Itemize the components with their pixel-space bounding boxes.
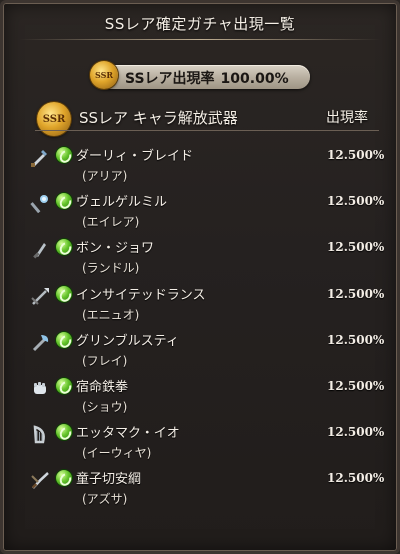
character-name: (イーウィヤ): [82, 446, 152, 461]
weapon-name: 童子切安綱: [76, 472, 142, 488]
weapon-name: ヴェルゲルミル: [76, 195, 168, 211]
sword-icon: [30, 147, 50, 167]
title-divider: [19, 39, 381, 40]
axe-icon: [30, 332, 50, 352]
character-name: (アズサ): [82, 492, 128, 507]
wind-element-icon: [56, 147, 72, 163]
total-rate-bar: SSレア出現率 100.00%: [99, 65, 310, 89]
katana-icon: [30, 470, 50, 490]
drop-rate: 12.500%: [327, 425, 385, 440]
weapon-row: ダーリィ・ブレイド (アリア) 12.500%: [3, 141, 400, 187]
weapon-name: エッタマク・イオ: [76, 426, 180, 442]
fist-icon: [30, 378, 50, 398]
spear-icon: [30, 286, 50, 306]
panel-title: SSレア確定ガチャ出現一覧: [104, 15, 296, 33]
section-divider: [35, 130, 379, 131]
gacha-rate-panel: SSレア確定ガチャ出現一覧 SSレア出現率 100.00% SSR SSR SSレ…: [0, 0, 400, 554]
drop-rate: 12.500%: [327, 148, 385, 162]
rate-column-header: 出現率: [326, 110, 368, 126]
drop-rate: 12.500%: [327, 471, 385, 486]
dagger-icon: [30, 239, 50, 259]
weapon-name: 宿命鉄拳: [76, 380, 129, 395]
ssr-medal-icon: SSR: [90, 61, 118, 89]
drop-rate: 12.500%: [327, 194, 385, 209]
drop-rate: 12.500%: [327, 240, 385, 255]
wind-element-icon: [56, 285, 72, 302]
weapon-row: グリンブルスティ (フレイ) 12.500%: [3, 326, 400, 372]
character-name: (ショウ): [82, 400, 128, 414]
weapon-name: グリンブルスティ: [76, 333, 179, 349]
section-title: SSレア キャラ解放武器: [79, 109, 238, 127]
weapon-row: ボン・ジョワ (ランドル) 12.500%: [3, 233, 400, 279]
total-rate-value: 100.00%: [220, 71, 289, 87]
wind-element-icon: [56, 193, 72, 210]
staff-icon: [30, 193, 50, 214]
character-name: (エイレア): [82, 215, 140, 230]
wind-element-icon: [56, 239, 72, 256]
weapon-row: 童子切安綱 (アズサ) 12.500%: [3, 464, 400, 510]
character-name: (ランドル): [82, 261, 140, 276]
wind-element-icon: [56, 331, 72, 348]
weapon-row: 宿命鉄拳 (ショウ) 12.500%: [3, 372, 400, 418]
drop-rate: 12.500%: [327, 332, 385, 347]
weapon-name: ボン・ジョワ: [76, 241, 155, 257]
weapon-row: インサイテッドランス (エニュオ) 12.500%: [3, 280, 400, 326]
harp-icon: [30, 424, 50, 444]
weapon-row: ヴェルゲルミル (エイレア) 12.500%: [3, 187, 400, 233]
wind-element-icon: [56, 470, 72, 487]
character-name: (エニュオ): [82, 307, 140, 322]
weapon-row: エッタマク・イオ (イーウィヤ) 12.500%: [3, 418, 400, 464]
character-name: (フレイ): [82, 353, 128, 368]
wind-element-icon: [56, 378, 72, 394]
weapon-name: ダーリィ・ブレイド: [76, 149, 194, 164]
drop-rate: 12.500%: [327, 379, 385, 393]
drop-rate: 12.500%: [327, 286, 385, 301]
character-name: (アリア): [82, 169, 128, 183]
weapon-name: インサイテッドランス: [76, 287, 206, 303]
wind-element-icon: [56, 424, 72, 441]
total-rate-label: SSレア出現率: [125, 71, 215, 87]
